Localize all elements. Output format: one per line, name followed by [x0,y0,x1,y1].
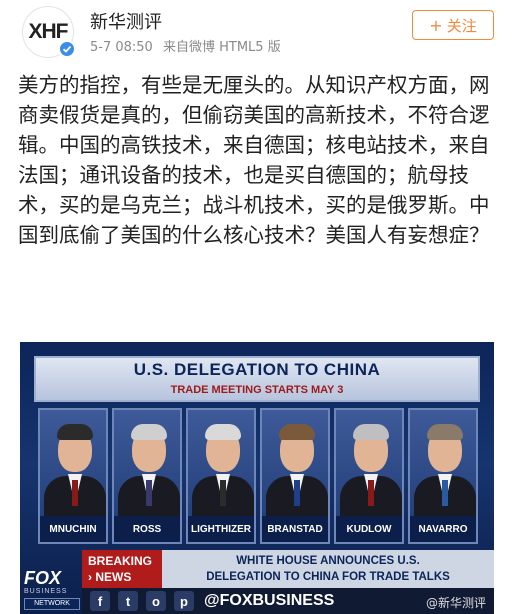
headline-line2: DELEGATION TO CHINA FOR TRADE TALKS [206,571,450,583]
headline-line1: WHITE HOUSE ANNOUNCES U.S. [236,555,420,567]
portrait-hair [427,424,463,440]
logo-text: FOX [24,568,62,588]
follow-label: 关注 [446,16,477,35]
news-headline: WHITE HOUSE ANNOUNCES U.S. DELEGATION TO… [162,550,494,588]
facebook-icon: f [90,591,110,611]
portrait-tie [442,480,448,506]
delegate-name: ROSS [114,516,180,542]
delegate-portrait: ROSS [112,408,182,544]
logo-sub: BUSINESS [24,588,68,595]
portrait-tie [220,480,226,506]
delegate-name: MNUCHIN [40,516,106,542]
portrait-hair [353,424,389,440]
podcast-icon: p [174,591,194,611]
breaking-line2: › NEWS [88,570,132,584]
news-ticker: BREAKING › NEWS WHITE HOUSE ANNOUNCES U.… [20,550,494,588]
portrait-tie [294,480,300,506]
portrait-hair [57,424,93,440]
post-meta: 5-7 08:50 来自微博 HTML5 版 [90,36,287,55]
fox-business-logo: FOX BUSINESS NETWORK [24,568,80,612]
delegate-portrait: BRANSTAD [260,408,330,544]
delegate-name: LIGHTHIZER [188,516,254,542]
news-banner: U.S. DELEGATION TO CHINA TRADE MEETING S… [34,356,480,402]
user-name[interactable]: 新华测评 [90,8,162,34]
instagram-icon: o [146,591,166,611]
delegate-portrait: KUDLOW [334,408,404,544]
portrait-tie [72,480,78,506]
post-header: XHF 新华测评 5-7 08:50 来自微博 HTML5 版 + 关注 [0,0,514,66]
delegate-name: BRANSTAD [262,516,328,542]
delegate-portrait: LIGHTHIZER [186,408,256,544]
post-time: 5-7 08:50 [90,40,153,55]
post-text: 美方的指控，有些是无厘头的。从知识产权方面，网商卖假货是真的，但偷窃美国的高新技… [18,73,490,247]
portrait-hair [205,424,241,440]
logo-network: NETWORK [24,598,80,610]
plus-icon: + [429,15,443,35]
breaking-line1: BREAKING [88,554,153,568]
delegate-name: NAVARRO [410,516,476,542]
delegate-name: KUDLOW [336,516,402,542]
banner-title: U.S. DELEGATION TO CHINA [133,360,381,379]
delegate-portraits: MNUCHIN ROSS LIGHTHIZER BRANSTAD KUDLOW NAVAR… [38,408,478,544]
verified-icon [58,40,76,58]
delegate-portrait: NAVARRO [408,408,478,544]
post-source: 来自微博 HTML5 版 [162,40,281,55]
delegate-portrait: MNUCHIN [38,408,108,544]
portrait-tie [146,480,152,506]
weibo-watermark: @新华测评 [425,596,486,610]
portrait-hair [131,424,167,440]
follow-button[interactable]: + 关注 [412,10,494,40]
news-image[interactable]: U.S. DELEGATION TO CHINA TRADE MEETING S… [20,342,494,614]
portrait-hair [279,424,315,440]
banner-subtitle: TRADE MEETING STARTS MAY 3 [170,384,344,396]
breaking-news-label: BREAKING › NEWS [82,550,162,588]
twitter-icon: t [118,591,138,611]
social-handle: @FOXBUSINESS [204,592,335,609]
portrait-tie [368,480,374,506]
